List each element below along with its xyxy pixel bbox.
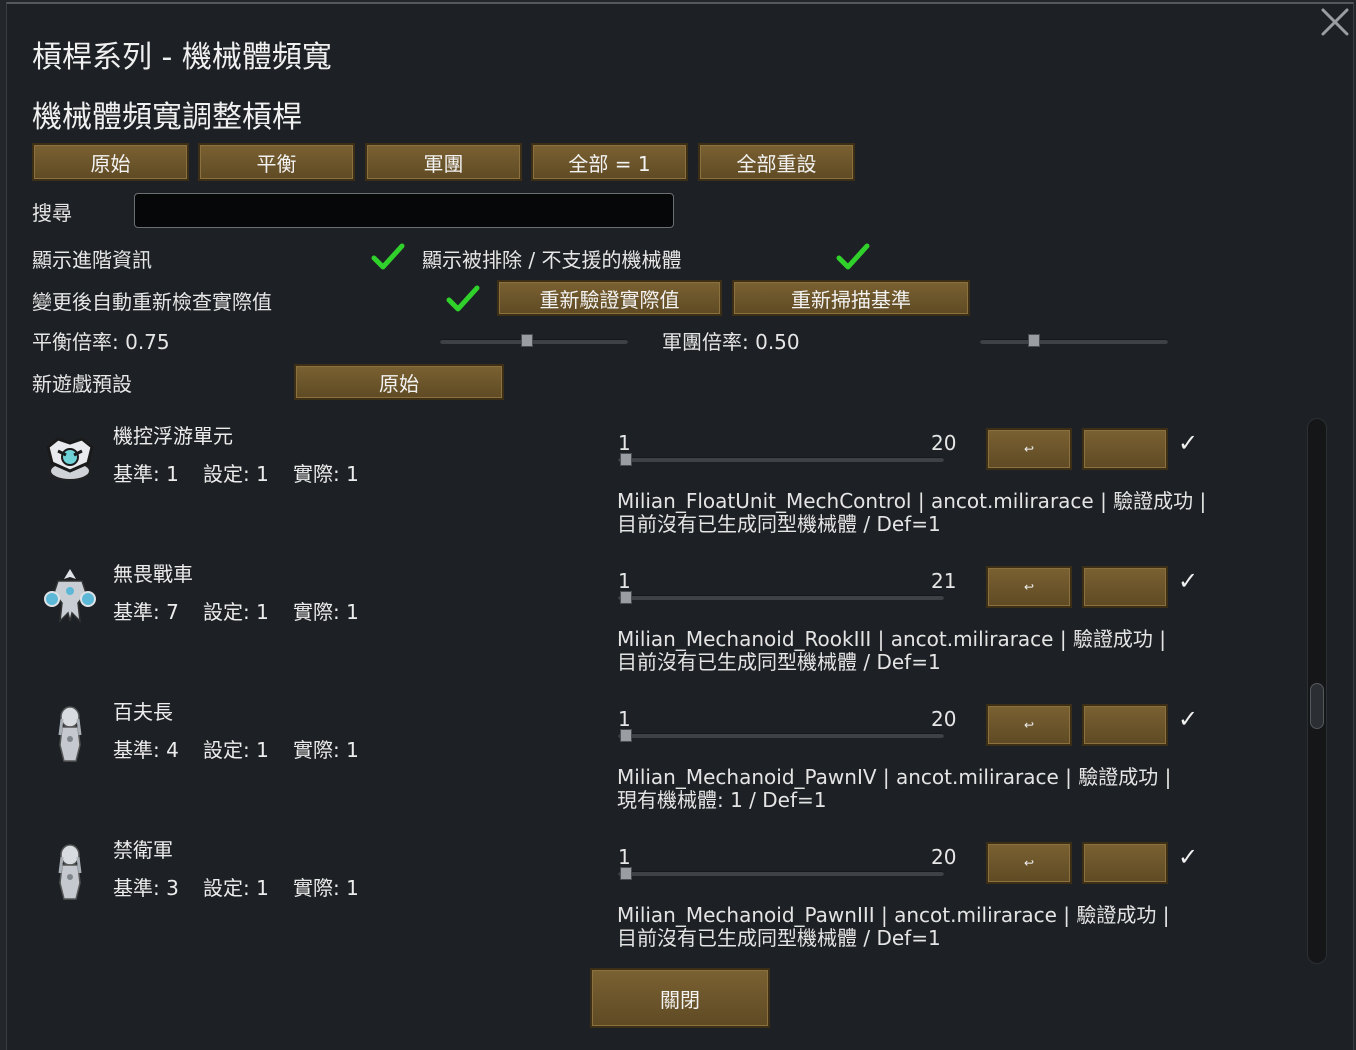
bandwidth-slider-track[interactable]	[618, 733, 944, 738]
undo-icon: ↩	[1023, 718, 1035, 732]
bandwidth-slider-track[interactable]	[618, 457, 944, 462]
scrollbar-thumb[interactable]	[1310, 683, 1324, 729]
reset-value-button[interactable]: ↩	[986, 842, 1072, 884]
balance-slider-handle[interactable]	[521, 334, 533, 347]
auto-recheck-check-icon[interactable]	[445, 284, 481, 314]
mech-def-info: Milian_Mechanoid_PawnIII | ancot.milirar…	[617, 903, 1170, 927]
mech-list-scrollbar[interactable]	[1307, 418, 1327, 964]
bandwidth-slider-handle[interactable]	[620, 591, 632, 604]
slider-min-label: 1	[618, 431, 631, 455]
preset-original-button[interactable]: 原始	[32, 143, 189, 181]
mech-spawn-info: 目前沒有已生成同型機械體 / Def=1	[617, 926, 941, 950]
mech-spawn-info: 目前沒有已生成同型機械體 / Def=1	[617, 512, 941, 536]
mech-base-value: 基準: 7	[113, 600, 179, 624]
mech-spawn-info: 現有機械體: 1 / Def=1	[617, 788, 827, 812]
advanced-info-check-icon[interactable]	[370, 242, 406, 272]
slider-max-label: 20	[931, 431, 957, 455]
validated-check-icon: ✓	[1178, 843, 1199, 871]
new-game-default-label: 新遊戲預設	[32, 372, 132, 396]
mech-spawn-info: 目前沒有已生成同型機械體 / Def=1	[617, 650, 941, 674]
slider-min-label: 1	[618, 569, 631, 593]
value-input-button[interactable]	[1082, 704, 1168, 746]
preset-all-one-button[interactable]: 全部 = 1	[531, 143, 688, 181]
mech-actual-value: 實際: 1	[293, 600, 359, 624]
mech-def-info: Milian_Mechanoid_PawnIV | ancot.milirara…	[617, 765, 1172, 789]
float-unit-icon	[38, 425, 102, 489]
search-label: 搜尋	[32, 201, 72, 225]
pawn-mech-icon	[38, 839, 102, 903]
new-game-original-button[interactable]: 原始	[294, 364, 504, 400]
mech-name: 禁衛軍	[113, 838, 173, 862]
reset-value-button[interactable]: ↩	[986, 704, 1072, 746]
mech-set-value: 設定: 1	[203, 876, 269, 900]
slider-max-label: 20	[931, 845, 957, 869]
revalidate-button[interactable]: 重新驗證實際值	[497, 280, 722, 316]
mech-actual-value: 實際: 1	[293, 738, 359, 762]
mech-base-value: 基準: 3	[113, 876, 179, 900]
bandwidth-slider-track[interactable]	[618, 595, 944, 600]
slider-min-label: 1	[618, 845, 631, 869]
reset-value-button[interactable]: ↩	[986, 566, 1072, 608]
preset-reset-all-button[interactable]: 全部重設	[698, 143, 855, 181]
rescan-button[interactable]: 重新掃描基準	[732, 280, 970, 316]
validated-check-icon: ✓	[1178, 429, 1199, 457]
window-title: 槓桿系列 - 機械體頻寬	[32, 40, 332, 75]
close-button[interactable]: 關閉	[590, 968, 770, 1028]
mech-name: 百夫長	[113, 700, 173, 724]
section-subtitle: 機械體頻寬調整槓桿	[32, 100, 302, 135]
bandwidth-slider-handle[interactable]	[620, 729, 632, 742]
show-excluded-check-icon[interactable]	[835, 242, 871, 272]
slider-min-label: 1	[618, 707, 631, 731]
bandwidth-slider-handle[interactable]	[620, 867, 632, 880]
mech-base-value: 基準: 1	[113, 462, 179, 486]
undo-icon: ↩	[1023, 580, 1035, 594]
bandwidth-slider-handle[interactable]	[620, 453, 632, 466]
undo-icon: ↩	[1023, 856, 1035, 870]
slider-max-label: 20	[931, 707, 957, 731]
search-input[interactable]	[134, 193, 674, 228]
mech-base-value: 基準: 4	[113, 738, 179, 762]
show-excluded-label: 顯示被排除 / 不支援的機械體	[422, 248, 682, 272]
legion-slider-track[interactable]	[980, 339, 1168, 344]
legion-slider-handle[interactable]	[1028, 334, 1040, 347]
undo-icon: ↩	[1023, 442, 1035, 456]
legion-multiplier-label: 軍團倍率: 0.50	[662, 330, 800, 354]
mech-def-info: Milian_Mechanoid_RookIII | ancot.milirar…	[617, 627, 1167, 651]
mech-name: 無畏戰車	[113, 562, 193, 586]
close-icon[interactable]	[1319, 6, 1351, 38]
value-input-button[interactable]	[1082, 842, 1168, 884]
balance-slider-track[interactable]	[440, 339, 628, 344]
reset-value-button[interactable]: ↩	[986, 428, 1072, 470]
value-input-button[interactable]	[1082, 566, 1168, 608]
balance-multiplier-label: 平衡倍率: 0.75	[32, 330, 170, 354]
mech-def-info: Milian_FloatUnit_MechControl | ancot.mil…	[617, 489, 1207, 513]
auto-recheck-label: 變更後自動重新檢查實際值	[32, 290, 272, 314]
validated-check-icon: ✓	[1178, 567, 1199, 595]
mech-name: 機控浮游單元	[113, 424, 233, 448]
mech-actual-value: 實際: 1	[293, 876, 359, 900]
preset-balance-button[interactable]: 平衡	[198, 143, 355, 181]
rook-mech-icon	[38, 563, 102, 627]
mech-set-value: 設定: 1	[203, 738, 269, 762]
advanced-info-label: 顯示進階資訊	[32, 248, 152, 272]
mech-actual-value: 實際: 1	[293, 462, 359, 486]
validated-check-icon: ✓	[1178, 705, 1199, 733]
slider-max-label: 21	[931, 569, 957, 593]
mech-set-value: 設定: 1	[203, 462, 269, 486]
pawn-mech-icon	[38, 701, 102, 765]
mech-set-value: 設定: 1	[203, 600, 269, 624]
bandwidth-slider-track[interactable]	[618, 871, 944, 876]
preset-legion-button[interactable]: 軍團	[365, 143, 522, 181]
value-input-button[interactable]	[1082, 428, 1168, 470]
